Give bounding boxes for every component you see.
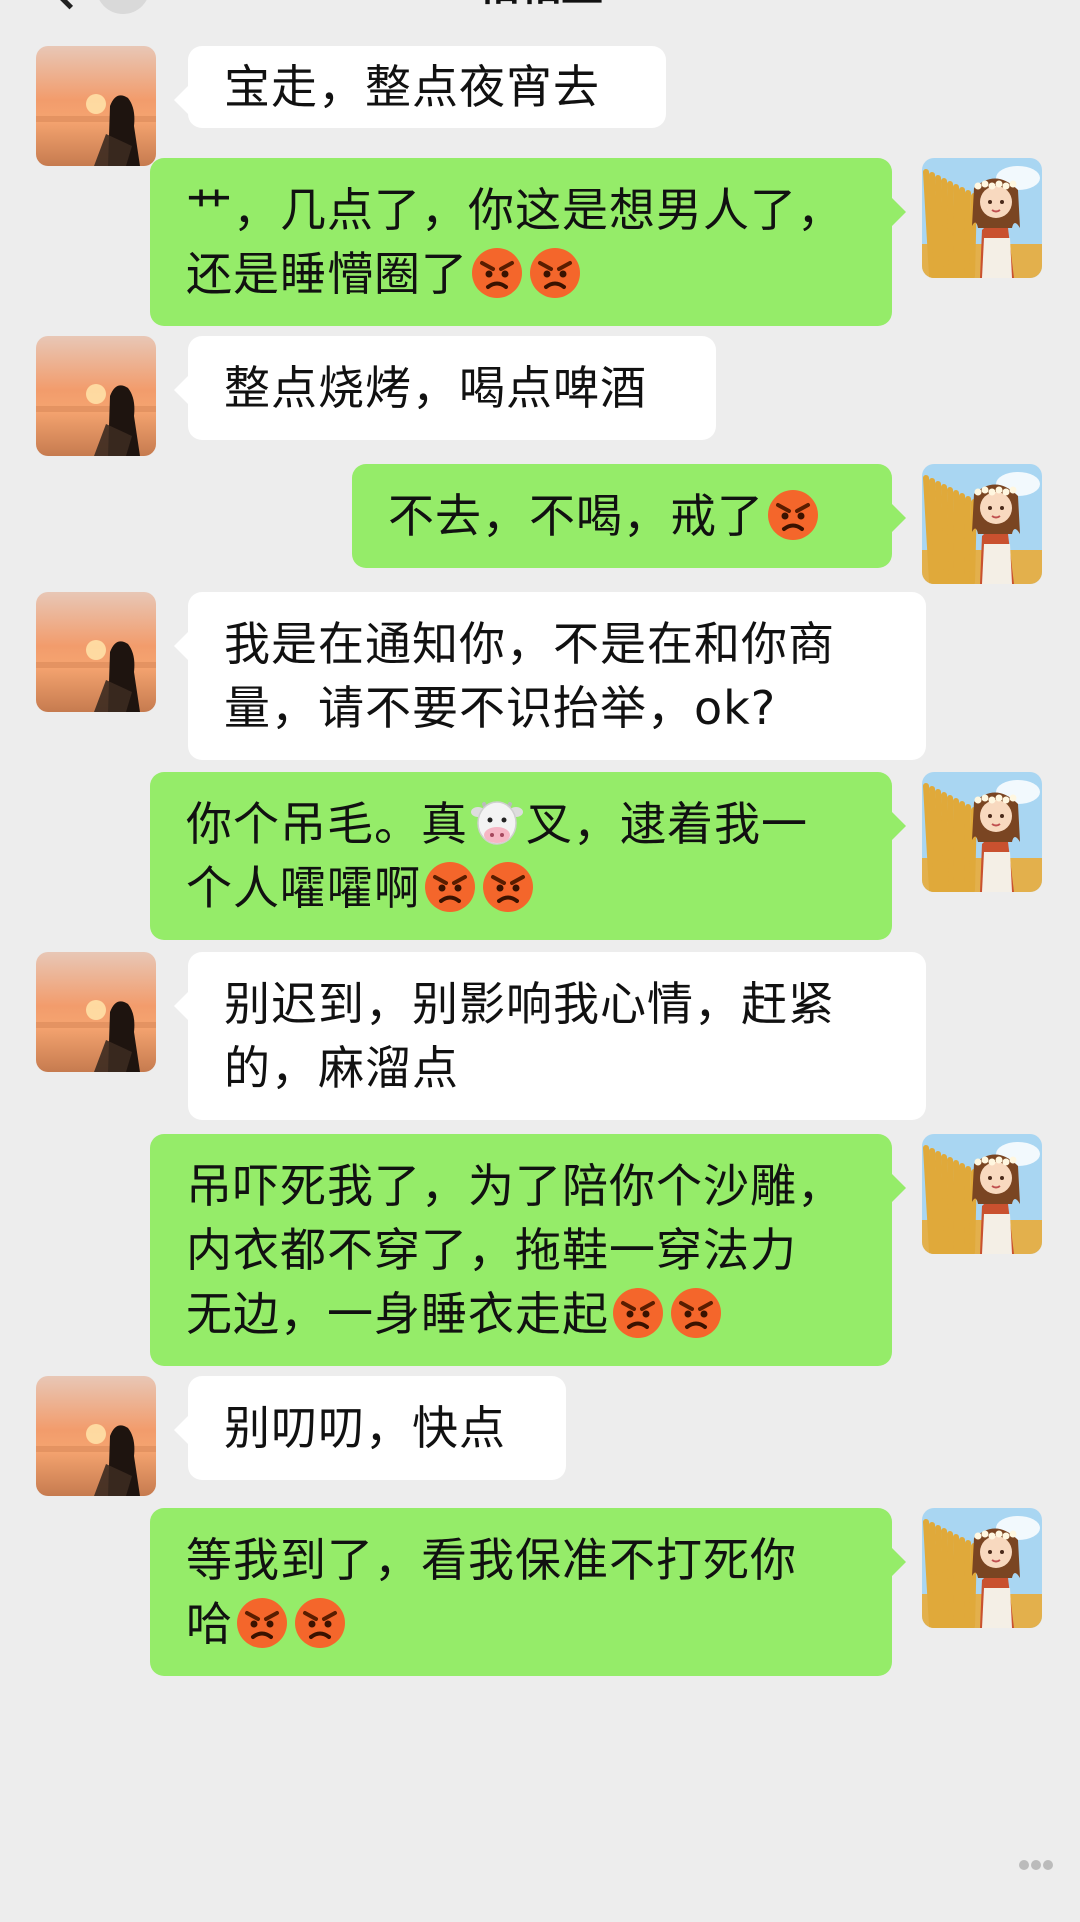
message-line: 整点烧烤，喝点啤酒: [224, 356, 680, 420]
message-bubble[interactable]: 别叨叨，快点: [174, 1376, 566, 1480]
message-line: 哈: [186, 1592, 856, 1656]
my-avatar[interactable]: [922, 1134, 1042, 1254]
message-text: 吊吓死我了，为了陪你个沙雕，: [186, 1159, 844, 1213]
message-bubble[interactable]: 不去，不喝，戒了: [352, 464, 906, 568]
message-text: 的，麻溜点: [224, 1041, 459, 1095]
message-text: 无边，一身睡衣走起: [186, 1287, 609, 1341]
angry-face-emoji: [472, 248, 522, 298]
message-bubble[interactable]: 别迟到，别影响我心情，赶紧 的，麻溜点: [174, 952, 926, 1120]
my-avatar[interactable]: [922, 464, 1042, 584]
message-line: 吊吓死我了，为了陪你个沙雕，: [186, 1154, 856, 1218]
message-text: 个人嚯嚯啊: [186, 861, 421, 915]
message-text: 我是在通知你，不是在和你商: [224, 617, 835, 671]
angry-face-emoji: [613, 1288, 663, 1338]
my-avatar[interactable]: [922, 772, 1042, 892]
contact-avatar[interactable]: [36, 46, 156, 166]
message-text: 内衣都不穿了，拖鞋一穿法力: [186, 1223, 797, 1277]
angry-face-emoji: [530, 248, 580, 298]
message-line: 别叨叨，快点: [224, 1396, 530, 1460]
message-bubble[interactable]: 宝走，整点夜宵去: [174, 46, 666, 128]
angry-face-emoji: [671, 1288, 721, 1338]
contact-avatar[interactable]: [36, 1376, 156, 1496]
contact-avatar[interactable]: [36, 952, 156, 1072]
message-text: 叉，逮着我一: [526, 797, 808, 851]
message-line: 我是在通知你，不是在和你商: [224, 612, 890, 676]
angry-face-emoji: [483, 862, 533, 912]
message-line: 别迟到，别影响我心情，赶紧: [224, 972, 890, 1036]
message-text: 整点烧烤，喝点啤酒: [224, 361, 647, 415]
message-line: 还是睡懵圈了: [186, 242, 856, 306]
message-text: 量，请不要不识抬举，ok?: [224, 681, 777, 735]
message-line: 等我到了，看我保准不打死你: [186, 1528, 856, 1592]
message-text: 等我到了，看我保准不打死你: [186, 1533, 797, 1587]
message-text: 艹，几点了，你这是想男人了，: [186, 183, 844, 237]
message-line: 量，请不要不识抬举，ok?: [224, 676, 890, 740]
chat-title: 相相互: [0, 0, 1080, 16]
message-line: 个人嚯嚯啊: [186, 856, 856, 920]
my-avatar[interactable]: [922, 158, 1042, 278]
message-text: 不去，不喝，戒了: [388, 489, 764, 543]
watermark-icon: [1019, 1860, 1053, 1870]
message-text: 你个吊毛。真: [186, 797, 468, 851]
message-text: 还是睡懵圈了: [186, 247, 468, 301]
message-text: 别迟到，别影响我心情，赶紧: [224, 977, 835, 1031]
angry-face-emoji: [768, 490, 818, 540]
message-line: 的，麻溜点: [224, 1036, 890, 1100]
message-line: 无边，一身睡衣走起: [186, 1282, 856, 1346]
angry-face-emoji: [295, 1598, 345, 1648]
message-line: 内衣都不穿了，拖鞋一穿法力: [186, 1218, 856, 1282]
cow-face-emoji: [471, 801, 523, 845]
message-line: 不去，不喝，戒了: [388, 484, 856, 548]
angry-face-emoji: [237, 1598, 287, 1648]
message-text: 别叨叨，快点: [224, 1401, 506, 1455]
message-bubble[interactable]: 艹，几点了，你这是想男人了， 还是睡懵圈了: [150, 158, 906, 326]
angry-face-emoji: [425, 862, 475, 912]
message-bubble[interactable]: 你个吊毛。真 叉，逮着我一个人嚯嚯啊: [150, 772, 906, 940]
message-bubble[interactable]: 我是在通知你，不是在和你商 量，请不要不识抬举，ok?: [174, 592, 926, 760]
contact-avatar[interactable]: [36, 336, 156, 456]
my-avatar[interactable]: [922, 1508, 1042, 1628]
message-line: 你个吊毛。真 叉，逮着我一: [186, 792, 856, 856]
message-text: 宝走，整点夜宵去: [224, 60, 600, 114]
message-text: 哈: [186, 1597, 233, 1651]
contact-avatar[interactable]: [36, 592, 156, 712]
message-bubble[interactable]: 吊吓死我了，为了陪你个沙雕， 内衣都不穿了，拖鞋一穿法力 无边，一身睡衣走起: [150, 1134, 906, 1366]
message-line: 艹，几点了，你这是想男人了，: [186, 178, 856, 242]
message-bubble[interactable]: 整点烧烤，喝点啤酒: [174, 336, 716, 440]
message-line: 宝走，整点夜宵去: [224, 55, 630, 119]
top-bar: 相相互: [0, 0, 1080, 40]
message-bubble[interactable]: 等我到了，看我保准不打死你哈: [150, 1508, 906, 1676]
